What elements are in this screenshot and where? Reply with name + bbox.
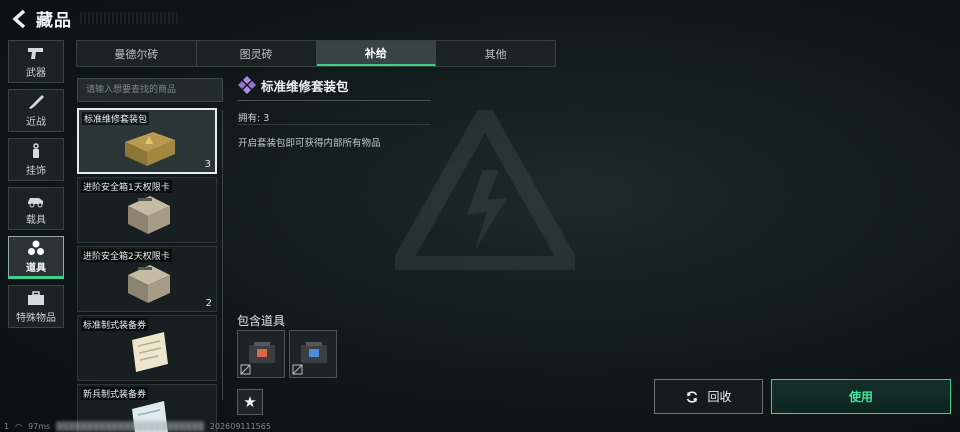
item-detail-title: 标准维修套装包 bbox=[261, 79, 349, 94]
player-name-blurred: ████████████████████████ bbox=[56, 421, 204, 431]
favorite-star-button[interactable]: ★ bbox=[237, 389, 263, 415]
tab-mandel-brick[interactable]: 曼德尔砖 bbox=[77, 41, 197, 66]
list-item[interactable]: 进阶安全箱1天权限卡 bbox=[77, 177, 217, 243]
contents-heading: 包含道具 bbox=[237, 314, 286, 328]
category-melee[interactable]: 近战 bbox=[8, 89, 64, 132]
star-icon: ★ bbox=[243, 393, 257, 411]
rarity-diamond-icon bbox=[238, 76, 256, 94]
pistol-icon bbox=[28, 47, 43, 59]
use-label: 使用 bbox=[848, 390, 873, 404]
item-quantity: 3 bbox=[204, 159, 211, 170]
tab-other[interactable]: 其他 bbox=[436, 41, 555, 66]
item-name: 新兵制式装备券 bbox=[81, 387, 149, 400]
back-arrow-icon[interactable] bbox=[8, 8, 30, 30]
item-name: 进阶安全箱2天权限卡 bbox=[81, 249, 172, 262]
category-special[interactable]: 特殊物品 bbox=[8, 285, 64, 328]
item-name: 标准制式装备券 bbox=[81, 318, 149, 331]
item-quantity: 2 bbox=[205, 298, 212, 309]
sub-tabs: 曼德尔砖 图灵砖 补给 其他 bbox=[76, 40, 556, 67]
list-item[interactable]: 标准维修套装包 3 bbox=[77, 108, 217, 174]
title-decoration bbox=[80, 12, 180, 24]
list-scrollbar[interactable] bbox=[222, 110, 223, 400]
divider bbox=[237, 124, 431, 125]
items-icon bbox=[28, 240, 44, 255]
category-label: 挂饰 bbox=[26, 165, 46, 177]
ping: 97ms bbox=[28, 421, 51, 431]
tab-turing-brick[interactable]: 图灵砖 bbox=[197, 41, 317, 66]
armor-repair-kit-icon bbox=[249, 342, 275, 363]
divider bbox=[237, 100, 431, 101]
use-button[interactable]: 使用 bbox=[771, 379, 951, 414]
background-logo-icon bbox=[395, 110, 575, 270]
category-items[interactable]: 道具 bbox=[8, 236, 64, 279]
item-name: 标准维修套装包 bbox=[82, 112, 150, 125]
repair-kit-icon bbox=[125, 132, 175, 166]
signal-strength: 1 bbox=[4, 421, 10, 431]
safe-box-icon bbox=[128, 265, 170, 303]
wifi-icon: ◠ bbox=[15, 421, 23, 431]
category-label: 道具 bbox=[26, 262, 46, 274]
content-item-slot[interactable] bbox=[289, 330, 337, 378]
recycle-icon bbox=[687, 390, 698, 403]
category-label: 近战 bbox=[26, 116, 46, 128]
knife-icon bbox=[29, 94, 44, 109]
voucher-icon bbox=[132, 332, 168, 372]
category-label: 载具 bbox=[26, 214, 46, 226]
page-title: 藏品 bbox=[36, 11, 72, 31]
status-bar: 1 ◠ 97ms ████████████████████████ 202609… bbox=[4, 420, 271, 432]
unbound-mark-icon bbox=[240, 364, 251, 375]
recycle-button[interactable]: 回收 bbox=[654, 379, 763, 414]
category-charms[interactable]: 挂饰 bbox=[8, 138, 64, 181]
contents-list bbox=[237, 330, 337, 378]
tab-supplies[interactable]: 补给 bbox=[316, 41, 437, 66]
category-vehicles[interactable]: 载具 bbox=[8, 187, 64, 230]
vehicle-icon bbox=[28, 197, 43, 207]
category-label: 特殊物品 bbox=[16, 312, 56, 324]
item-name: 进阶安全箱1天权限卡 bbox=[81, 180, 172, 193]
briefcase-icon bbox=[28, 290, 44, 305]
list-item[interactable]: 标准制式装备券 bbox=[77, 315, 217, 381]
item-description: 开启套装包即可获得内部所有物品 bbox=[238, 138, 381, 149]
owned-count: 拥有: 3 bbox=[238, 113, 270, 124]
content-item-slot[interactable] bbox=[237, 330, 285, 378]
recycle-label: 回收 bbox=[707, 390, 732, 404]
player-id: 202609111565 bbox=[209, 421, 271, 431]
category-label: 武器 bbox=[26, 67, 46, 79]
helmet-repair-kit-icon bbox=[301, 342, 327, 363]
header: 藏品 bbox=[0, 0, 960, 38]
safe-box-icon bbox=[128, 196, 170, 234]
charm-icon bbox=[33, 142, 39, 158]
search-input[interactable] bbox=[77, 78, 223, 102]
item-list: 标准维修套装包 3 进阶安全箱1天权限卡 进阶安全箱2天权限卡 2 标准制式装备… bbox=[77, 108, 217, 432]
category-nav: 武器 近战 挂饰 载具 道具 特殊物品 bbox=[8, 40, 64, 334]
category-weapons[interactable]: 武器 bbox=[8, 40, 64, 83]
list-item[interactable]: 进阶安全箱2天权限卡 2 bbox=[77, 246, 217, 312]
unbound-mark-icon bbox=[292, 364, 303, 375]
